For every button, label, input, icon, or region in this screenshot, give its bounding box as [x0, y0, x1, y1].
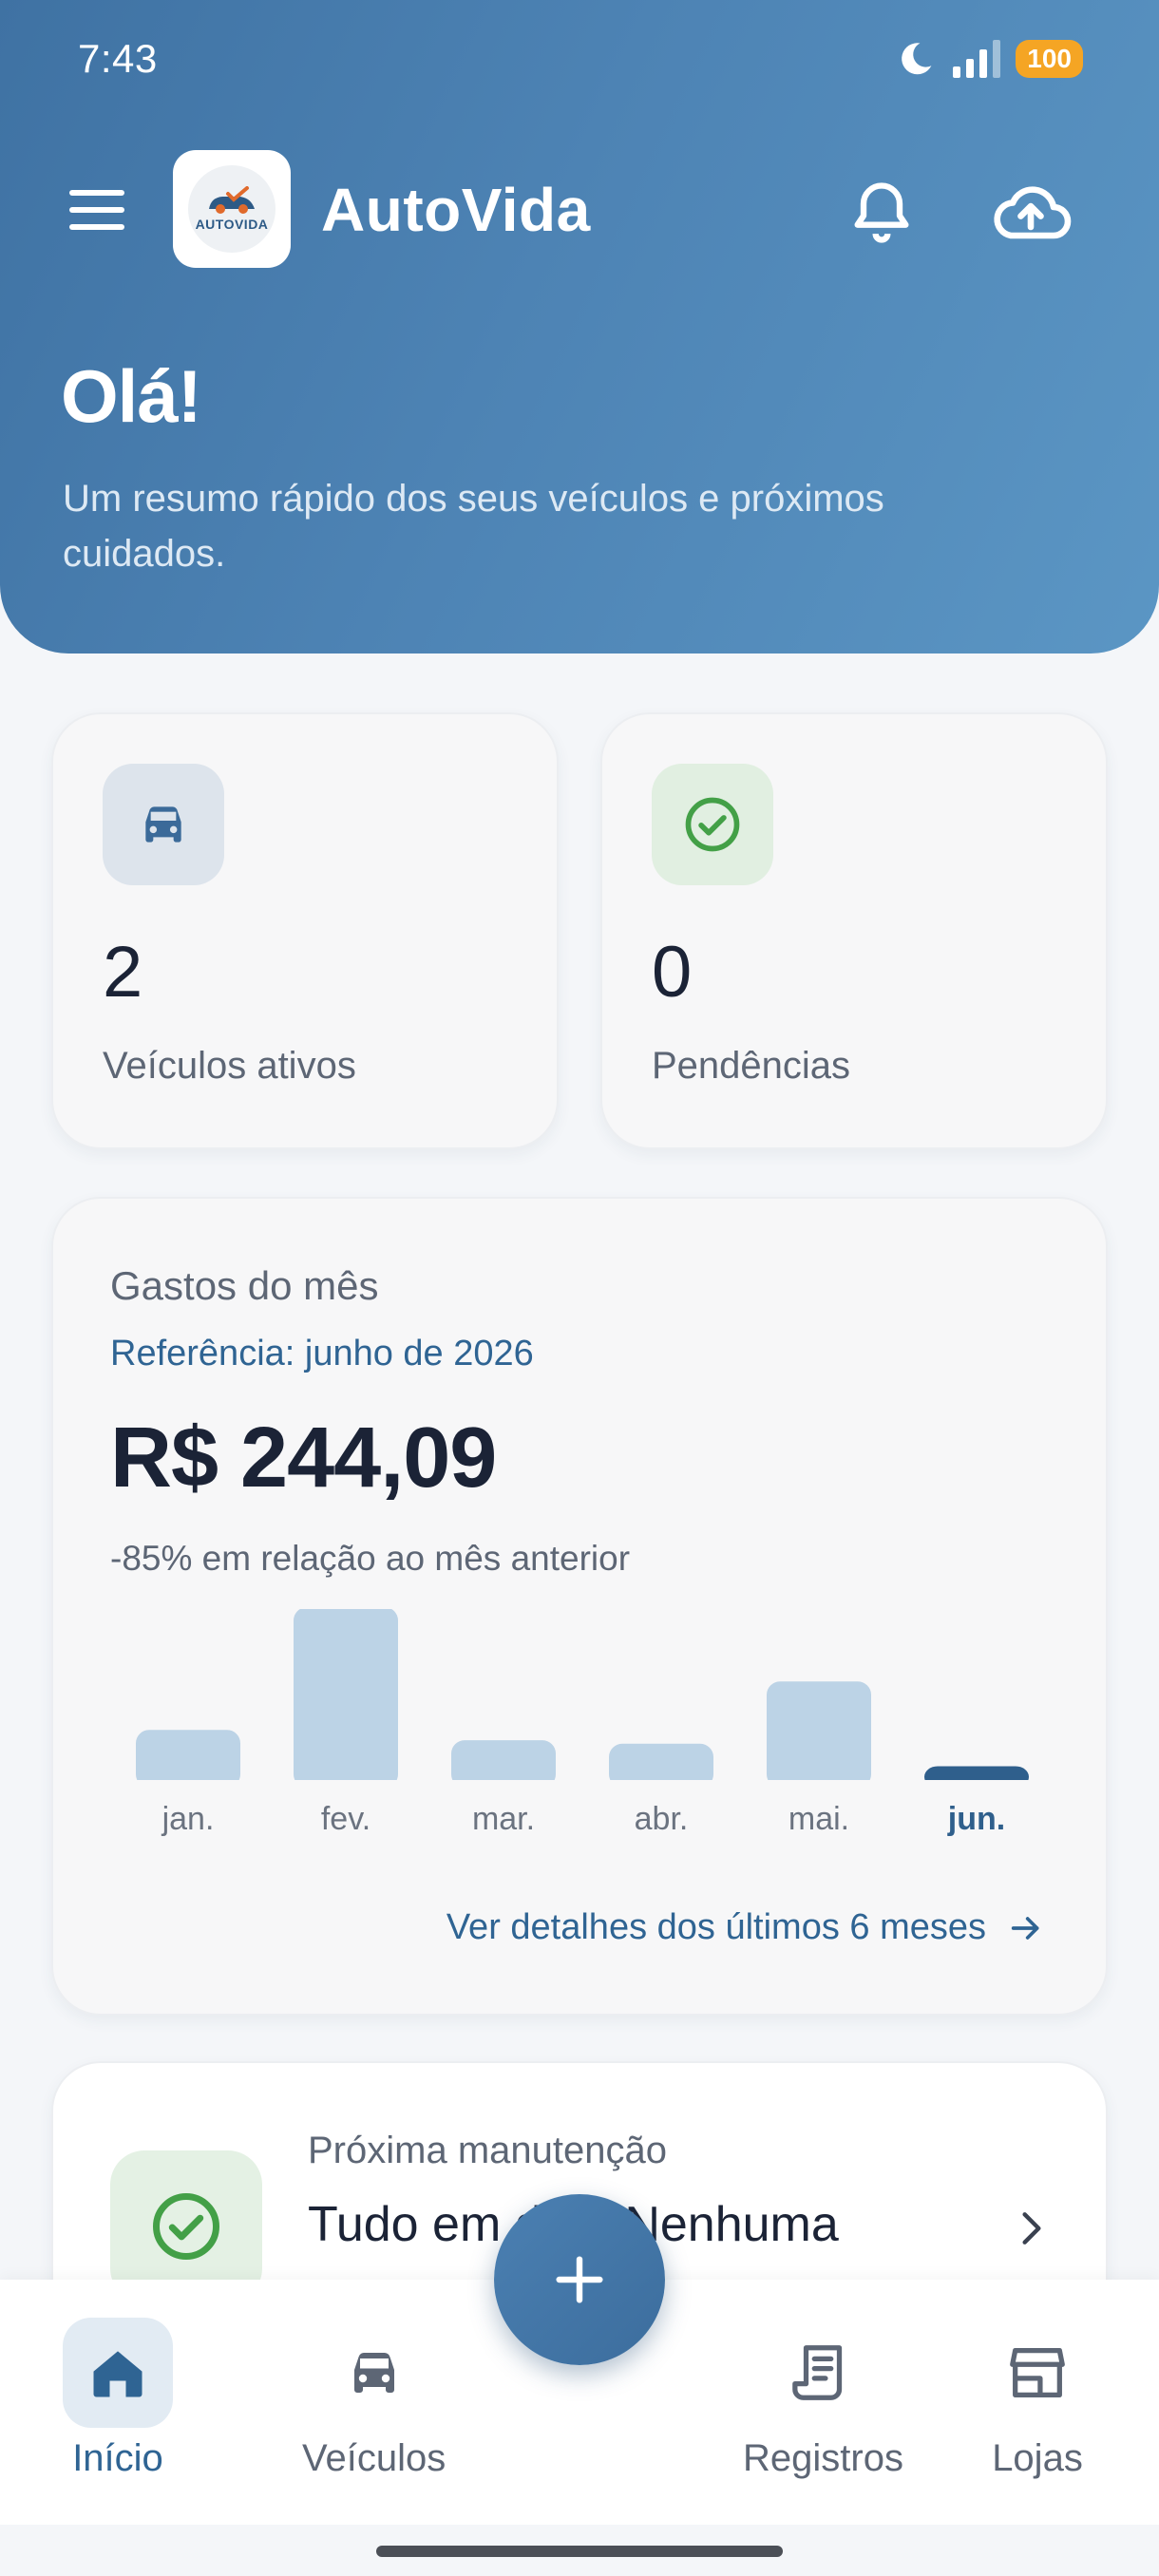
greeting-subtitle: Um resumo rápido dos seus veículos e pró…	[63, 478, 884, 575]
status-icons: 100	[894, 38, 1083, 80]
moon-icon	[902, 43, 932, 75]
chart-label-0: jan.	[162, 1801, 215, 1837]
receipt-icon	[792, 2345, 843, 2400]
expenses-bar-chart: jan. fev. mar. abr. mai. jun.	[110, 1609, 1060, 1837]
chart-label-3: abr.	[635, 1801, 689, 1837]
arrow-right-icon	[1011, 1916, 1039, 1940]
nav-label-home: Início	[72, 2437, 163, 2479]
stat-icon-box	[103, 764, 224, 885]
home-icon	[93, 2351, 142, 2397]
greeting-title: Olá!	[61, 354, 202, 438]
nav-item-vehicles[interactable]: Veículos	[302, 2318, 446, 2480]
nav-item-home[interactable]: Início	[63, 2318, 173, 2480]
chart-bar-4	[767, 1681, 871, 1788]
chart-bar-0	[136, 1730, 240, 1788]
chart-label-5: jun.	[947, 1801, 1005, 1837]
expenses-amount: R$ 244,09	[110, 1411, 497, 1506]
app-title: AutoVida	[321, 176, 591, 244]
car-icon	[145, 806, 181, 843]
active-vehicles-label: Veículos ativos	[103, 1045, 356, 1087]
status-time: 7:43	[78, 36, 158, 81]
chart-bar-1	[294, 1609, 398, 1788]
home-indicator	[376, 2546, 783, 2557]
pending-card[interactable]: 0 Pendências	[600, 712, 1108, 1149]
nav-pill	[319, 2318, 429, 2428]
menu-icon	[69, 190, 124, 196]
nav-label-vehicles: Veículos	[302, 2437, 446, 2479]
app-bar: AUTOVIDA AutoVida	[0, 142, 1159, 275]
signal-icon	[953, 40, 1001, 78]
check-circle-icon	[153, 2193, 219, 2260]
active-vehicles-count: 2	[103, 932, 143, 1013]
pending-count: 0	[652, 932, 693, 1013]
chart-label-1: fev.	[321, 1801, 370, 1837]
expenses-reference: Referência: junho de 2026	[110, 1334, 534, 1373]
bell-icon[interactable]	[846, 177, 918, 249]
battery-indicator: 100	[1016, 40, 1083, 78]
stat-icon-box	[652, 764, 773, 885]
expenses-title: Gastos do mês	[110, 1263, 379, 1308]
nav-pill-active	[63, 2318, 173, 2428]
expenses-change: -85% em relação ao mês anterior	[110, 1539, 631, 1578]
store-icon	[1010, 2348, 1065, 2397]
nav-pill	[768, 2318, 878, 2428]
nav-label-records: Registros	[743, 2437, 903, 2479]
chart-label-2: mar.	[472, 1801, 535, 1837]
status-bar: 7:43 100	[0, 0, 1159, 120]
nav-label-stores: Lojas	[992, 2437, 1083, 2479]
expenses-details-label: Ver detalhes dos últimos 6 meses	[446, 1907, 986, 1947]
car-icon	[353, 2353, 394, 2393]
nav-item-records[interactable]: Registros	[743, 2318, 903, 2480]
plus-icon	[556, 2256, 603, 2303]
next-maintenance-label: Próxima manutenção	[308, 2130, 667, 2171]
cloud-upload-icon[interactable]	[988, 177, 1074, 249]
header-banner: 7:43 100 AUTOVIDA AutoVida Olá! Um resum…	[0, 0, 1159, 653]
menu-button[interactable]	[59, 177, 135, 243]
monthly-expenses-card: Gastos do mês Referência: junho de 2026 …	[51, 1197, 1108, 2016]
car-logo-icon	[209, 186, 255, 214]
add-fab-button[interactable]	[494, 2194, 665, 2365]
active-vehicles-card[interactable]: 2 Veículos ativos	[51, 712, 559, 1149]
check-circle-icon	[685, 797, 740, 852]
logo-text: AUTOVIDA	[195, 217, 269, 232]
nav-pill	[982, 2318, 1092, 2428]
chart-label-4: mai.	[788, 1801, 849, 1837]
chart-baseline	[110, 1780, 1060, 1791]
pending-label: Pendências	[652, 1045, 851, 1087]
expenses-details-link[interactable]: Ver detalhes dos últimos 6 meses	[446, 1907, 1045, 1948]
app-logo: AUTOVIDA	[173, 150, 291, 268]
nav-item-stores[interactable]: Lojas	[982, 2318, 1092, 2480]
chevron-right-icon	[1022, 2212, 1041, 2245]
